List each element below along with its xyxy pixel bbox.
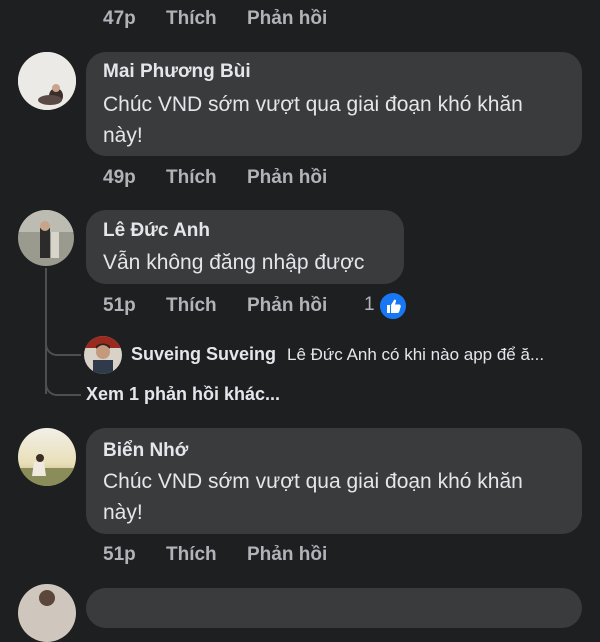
comment-bubble [86,588,582,628]
like-button[interactable]: Thích [166,167,217,189]
comment-author[interactable]: Mai Phương Bùi [103,61,251,83]
comment-text-line: Chúc VND sớm vượt qua giai đoạn khó khăn [103,470,523,493]
comment-time: 51p [103,295,136,316]
avatar[interactable] [18,584,76,642]
avatar[interactable] [18,52,76,110]
comment-text-line: Chúc VND sớm vượt qua giai đoạn khó khăn [103,93,523,116]
comment-time: 49p [103,167,136,188]
comment-time: 51p [103,544,136,565]
reply-button[interactable]: Phản hồi [247,167,327,189]
reply-text: Lê Đức Anh có khi nào app để ă... [287,345,545,364]
avatar[interactable] [18,428,76,486]
thread-line [45,268,47,394]
reaction-count[interactable]: 1 [364,294,375,316]
prev-comment-reply-button[interactable]: Phản hồi [247,8,327,30]
reply-button[interactable]: Phản hồi [247,295,327,317]
thread-connector [45,338,81,356]
reply-button[interactable]: Phản hồi [247,544,327,566]
comment-text-line: này! [103,124,143,147]
comment-author[interactable]: Lê Đức Anh [103,220,210,242]
view-more-replies-link[interactable]: Xem 1 phản hồi khác... [86,384,280,405]
prev-comment-like-button[interactable]: Thích [166,8,217,30]
like-button[interactable]: Thích [166,295,217,317]
comment-text-line: này! [103,501,143,524]
thread-connector [45,380,81,396]
reply-author[interactable]: Suveing Suveing [131,344,276,365]
comment-author[interactable]: Biển Nhớ [103,440,188,462]
comment-text-line: Vẫn không đăng nhập được [103,251,365,274]
like-button[interactable]: Thích [166,544,217,566]
avatar[interactable] [18,210,74,266]
like-reaction-icon[interactable] [378,291,408,321]
avatar[interactable] [84,336,122,374]
prev-comment-time: 47p [103,8,136,29]
